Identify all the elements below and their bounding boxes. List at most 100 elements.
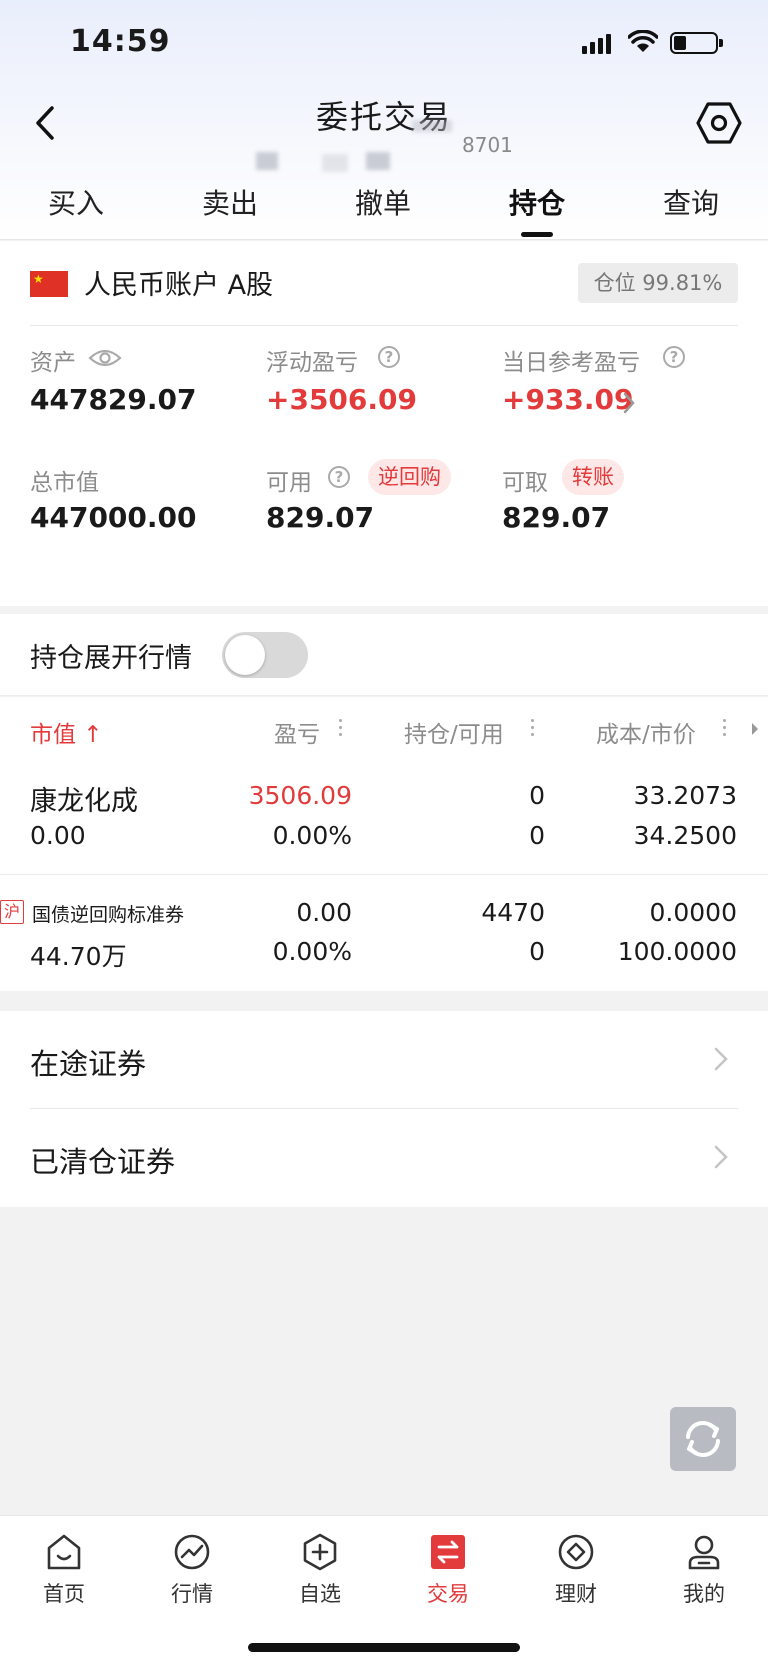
nav-label: 自选 [299, 1582, 341, 1606]
pnl-pct-cell: 0.00% [272, 937, 352, 966]
china-flag-icon: ★ [30, 271, 68, 297]
withdrawable-label: 可取 [502, 470, 548, 496]
tab-cancel[interactable]: 撤单 [323, 182, 443, 222]
price-cell: 100.0000 [617, 937, 737, 966]
chevron-right-icon [714, 1145, 728, 1169]
chevron-right-icon[interactable] [622, 391, 636, 415]
chevron-right-icon [714, 1047, 728, 1071]
cost-cell: 0.0000 [649, 898, 737, 927]
nav-label: 首页 [43, 1582, 85, 1606]
col-market-value-sorted[interactable]: 市值 ↑ [30, 715, 103, 749]
home-icon [47, 1534, 81, 1570]
bottom-navigation: 首页 行情 自选 交易 理财 我的 [0, 1515, 768, 1663]
nav-label: 我的 [683, 1582, 725, 1606]
stock-name: 康龙化成 [30, 786, 138, 817]
col-position[interactable]: 持仓/可用 [404, 715, 504, 749]
column-menu-icon[interactable] [721, 717, 727, 739]
tab-query[interactable]: 查询 [631, 182, 751, 222]
available-cell: 0 [529, 821, 545, 850]
tab-sell[interactable]: 卖出 [170, 182, 290, 222]
active-tab-indicator [521, 232, 553, 237]
floating-pnl-value: +3506.09 [266, 383, 417, 416]
list-item-label: 已清仓证券 [30, 1145, 176, 1179]
price-cell: 34.2500 [633, 821, 737, 850]
eye-icon[interactable] [88, 347, 122, 369]
column-menu-icon[interactable] [337, 717, 343, 739]
nav-watchlist[interactable]: 自选 [256, 1532, 384, 1608]
refresh-icon [686, 1421, 720, 1457]
nav-home[interactable]: 首页 [0, 1532, 128, 1608]
account-number: 8701 [462, 133, 513, 157]
plus-hexagon-icon [303, 1533, 337, 1571]
pnl-cell: 3506.09 [248, 781, 352, 810]
market-value-value: 447000.00 [30, 501, 197, 534]
trade-tabs: 买入 卖出 撤单 持仓 查询 [0, 170, 768, 240]
reverse-repo-tag[interactable]: 逆回购 [368, 459, 451, 495]
settings-hexagon-icon[interactable] [696, 100, 742, 146]
divider [30, 325, 738, 326]
masked-account-info [412, 120, 452, 132]
holdings-table: 市值 ↑ 盈亏 持仓/可用 成本/市价 康龙化成 0.00 3506.09 0.… [0, 697, 768, 991]
tab-buy[interactable]: 买入 [16, 182, 136, 222]
page-title: 委托交易 [315, 98, 452, 136]
floating-pnl-label: 浮动盈亏 [266, 350, 358, 376]
cost-cell: 33.2073 [633, 781, 737, 810]
market-value-cell: 44.70万 [30, 942, 127, 971]
position-ratio-badge: 仓位 99.81% [578, 263, 738, 303]
nav-mine[interactable]: 我的 [640, 1532, 768, 1608]
expand-quotes-row: 持仓展开行情 [0, 614, 768, 696]
position-cell: 4470 [481, 898, 545, 927]
nav-label: 交易 [427, 1582, 469, 1606]
nav-wealth[interactable]: 理财 [512, 1532, 640, 1608]
account-name[interactable]: 人民币账户 A股 [84, 263, 273, 302]
masked-account-info [366, 152, 390, 170]
market-value-cell: 0.00 [30, 821, 86, 850]
transfer-tag[interactable]: 转账 [562, 459, 624, 495]
market-value-label: 总市值 [30, 470, 99, 496]
expand-quotes-switch[interactable] [222, 632, 308, 678]
user-icon [688, 1535, 720, 1570]
daily-pnl-label: 当日参考盈亏 [502, 350, 640, 376]
nav-trade[interactable]: 交易 [384, 1532, 512, 1608]
chart-icon [174, 1534, 210, 1570]
stock-name: 国债逆回购标准券 [32, 904, 185, 926]
status-time: 14:59 [70, 24, 171, 59]
available-label: 可用 [266, 470, 312, 496]
assets-label: 资产 [30, 350, 76, 376]
nav-label: 理财 [555, 1582, 597, 1606]
status-bar: 14:59 [0, 0, 768, 90]
in-transit-securities-item[interactable]: 在途证券 [0, 1011, 768, 1109]
assets-value: 447829.07 [30, 383, 197, 416]
help-icon[interactable]: ? [663, 346, 685, 368]
col-cost-price[interactable]: 成本/市价 [596, 715, 696, 749]
masked-account-info [256, 152, 278, 170]
scroll-right-icon[interactable] [750, 721, 760, 737]
daily-pnl-value[interactable]: +933.09 [502, 383, 634, 416]
diamond-icon [558, 1534, 594, 1570]
list-item-label: 在途证券 [30, 1047, 147, 1081]
divider [0, 874, 768, 875]
position-cell: 0 [529, 781, 545, 810]
pnl-pct-cell: 0.00% [272, 821, 352, 850]
refresh-button[interactable] [670, 1407, 736, 1471]
shanghai-exchange-badge: 沪 [0, 900, 24, 924]
securities-links: 在途证券 已清仓证券 [0, 1011, 768, 1207]
available-cell: 0 [529, 937, 545, 966]
swap-icon [431, 1535, 465, 1569]
withdrawable-value: 829.07 [502, 501, 611, 534]
battery-icon [670, 32, 723, 54]
nav-market[interactable]: 行情 [128, 1532, 256, 1608]
account-summary-card: ★ 人民币账户 A股 仓位 99.81% 资产 447829.07 浮动盈亏 ?… [0, 241, 768, 606]
home-indicator [248, 1643, 520, 1652]
tab-positions[interactable]: 持仓 [477, 182, 597, 222]
col-pnl[interactable]: 盈亏 [274, 715, 320, 749]
nav-label: 行情 [171, 1582, 213, 1606]
signal-icon [582, 32, 618, 54]
help-icon[interactable]: ? [378, 346, 400, 368]
cleared-securities-item[interactable]: 已清仓证券 [0, 1109, 768, 1207]
wifi-icon [628, 30, 658, 52]
expand-quotes-label: 持仓展开行情 [30, 643, 192, 674]
column-menu-icon[interactable] [529, 717, 535, 739]
available-value: 829.07 [266, 501, 375, 534]
help-icon[interactable]: ? [328, 466, 350, 488]
